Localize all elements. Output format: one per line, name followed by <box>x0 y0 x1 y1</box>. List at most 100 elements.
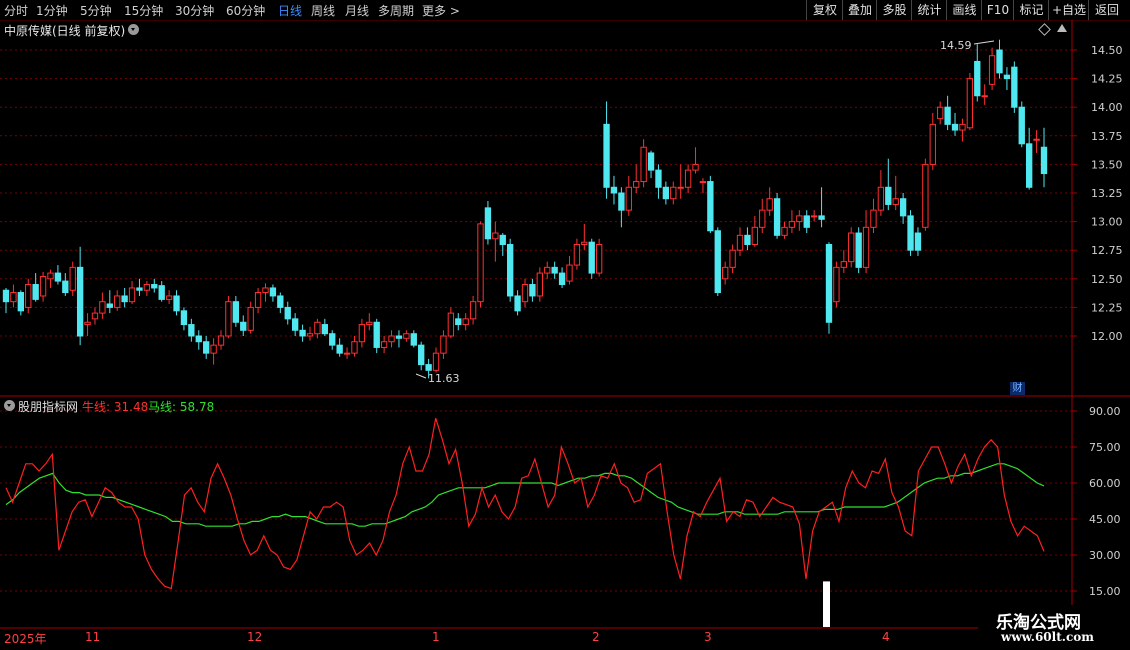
stock-chart[interactable]: 14.50 14.25 14.00 13.75 13.50 13.25 13.00 12.75… <box>0 0 1130 650</box>
candle-body-down <box>180 310 188 326</box>
candle-body-up <box>358 324 366 343</box>
price-tick-label: 14.00 <box>1091 101 1123 114</box>
candle-body-up <box>217 335 225 346</box>
candle-body-up <box>262 287 269 294</box>
candle-body-down <box>54 272 62 282</box>
candle-body-up <box>314 321 321 335</box>
candle-body-down <box>188 324 195 337</box>
candle-body-up <box>165 295 173 300</box>
candle-body-down <box>195 335 202 343</box>
candle-body-up <box>692 163 699 171</box>
candle-body-down <box>1011 66 1018 108</box>
low-price-label: 11.63 <box>428 372 460 385</box>
candle-body-down <box>914 232 922 251</box>
indicator-tick-label: 45.00 <box>1089 513 1121 526</box>
candle-body-up <box>366 321 373 326</box>
candle-body-down <box>499 234 506 245</box>
candle-body-down <box>240 321 247 331</box>
candle-body-down <box>1026 143 1033 188</box>
candle-body-down <box>232 301 240 323</box>
candle-body-down <box>662 186 670 200</box>
candle-body-up <box>343 352 351 355</box>
candle-body-down <box>62 280 69 294</box>
candle-body-up <box>670 186 677 200</box>
candle-body-down <box>647 152 655 171</box>
candle-body-down <box>803 215 810 228</box>
candle-body-up <box>25 284 32 308</box>
candle-body-up <box>892 198 899 205</box>
candle-body-up <box>69 266 76 291</box>
price-tick-label: 12.00 <box>1091 330 1123 343</box>
candle-body-down <box>588 241 595 274</box>
candle-body-up <box>469 301 477 320</box>
candle-body-up <box>380 341 388 348</box>
candle-body-down <box>1040 146 1048 175</box>
candle-body-up <box>462 318 469 326</box>
candle-body-down <box>773 198 781 236</box>
candle-body-up <box>566 264 573 282</box>
candle-body-up <box>225 301 232 337</box>
candle-body-down <box>291 318 299 331</box>
candle-body-down <box>336 344 343 354</box>
candle-body-up <box>699 181 707 184</box>
candle-body-up <box>966 78 974 129</box>
title-dropdown-icon[interactable] <box>128 24 139 35</box>
candle-body-up <box>766 198 773 211</box>
candle-body-up <box>544 266 551 274</box>
candle-body-down <box>106 303 113 308</box>
candle-body-down <box>707 181 714 232</box>
high-price-label: 14.59 <box>940 39 972 52</box>
candle-body-up <box>99 301 106 314</box>
candle-body-down <box>618 192 625 211</box>
candle-body-up <box>929 123 936 165</box>
candle-body-up <box>388 335 395 343</box>
candle-body-down <box>173 295 180 312</box>
indicator-tick-label: 60.00 <box>1089 477 1121 490</box>
watermark-url: www.60lt.com <box>1001 630 1094 644</box>
price-tick-label: 13.00 <box>1091 216 1123 229</box>
candle-body-up <box>870 209 877 228</box>
horse-line-label: 马线: 58.78 <box>148 400 215 414</box>
candle-body-up <box>521 284 529 303</box>
date-axis <box>0 629 1075 650</box>
price-tick-label: 12.50 <box>1091 273 1123 286</box>
candle-body-down <box>151 284 158 289</box>
candle-body-up <box>922 163 929 228</box>
collapse-up-icon[interactable] <box>1057 24 1067 32</box>
date-label-nov: 11 <box>85 630 101 644</box>
candle-body-down <box>610 186 618 194</box>
candle-body-up <box>210 344 217 354</box>
candle-body-up <box>128 287 136 303</box>
stock-title[interactable]: 中原传媒(日线 前复权) <box>4 22 125 39</box>
indicator-dropdown-icon[interactable] <box>4 400 15 411</box>
date-label-year: 2025年 <box>4 632 47 646</box>
candle-body-up <box>677 186 684 189</box>
candle-body-down <box>825 243 833 323</box>
indicator-tick-label: 15.00 <box>1089 585 1121 598</box>
indicator-tick-label: 75.00 <box>1089 441 1121 454</box>
candle-body-down <box>603 123 610 188</box>
indicator-title[interactable]: 股朋指标网 <box>18 398 78 415</box>
finance-badge[interactable]: 财 <box>1010 382 1025 395</box>
price-tick-label: 13.25 <box>1091 187 1123 200</box>
candle-body-down <box>1003 74 1011 80</box>
candle-body-up <box>722 266 729 280</box>
candle-body-down <box>121 295 128 303</box>
candle-body-up <box>788 221 796 228</box>
date-label-dec: 12 <box>247 630 263 644</box>
candle-body-down <box>996 49 1003 74</box>
candle-body-up <box>988 55 996 85</box>
candle-body-up <box>573 243 581 266</box>
candle-body-down <box>558 272 566 286</box>
candle-body-up <box>877 186 885 211</box>
candle-body-down <box>395 335 403 339</box>
candle-body-down <box>32 284 39 300</box>
candle-body-down <box>136 287 143 291</box>
candle-body-down <box>76 266 84 337</box>
candle-body-up <box>796 215 803 223</box>
date-label-jan: 1 <box>432 630 440 644</box>
candle-body-up <box>759 209 766 228</box>
candle-body-up <box>440 335 447 354</box>
candle-body-up <box>1033 138 1040 141</box>
price-tick-label: 13.50 <box>1091 158 1123 171</box>
